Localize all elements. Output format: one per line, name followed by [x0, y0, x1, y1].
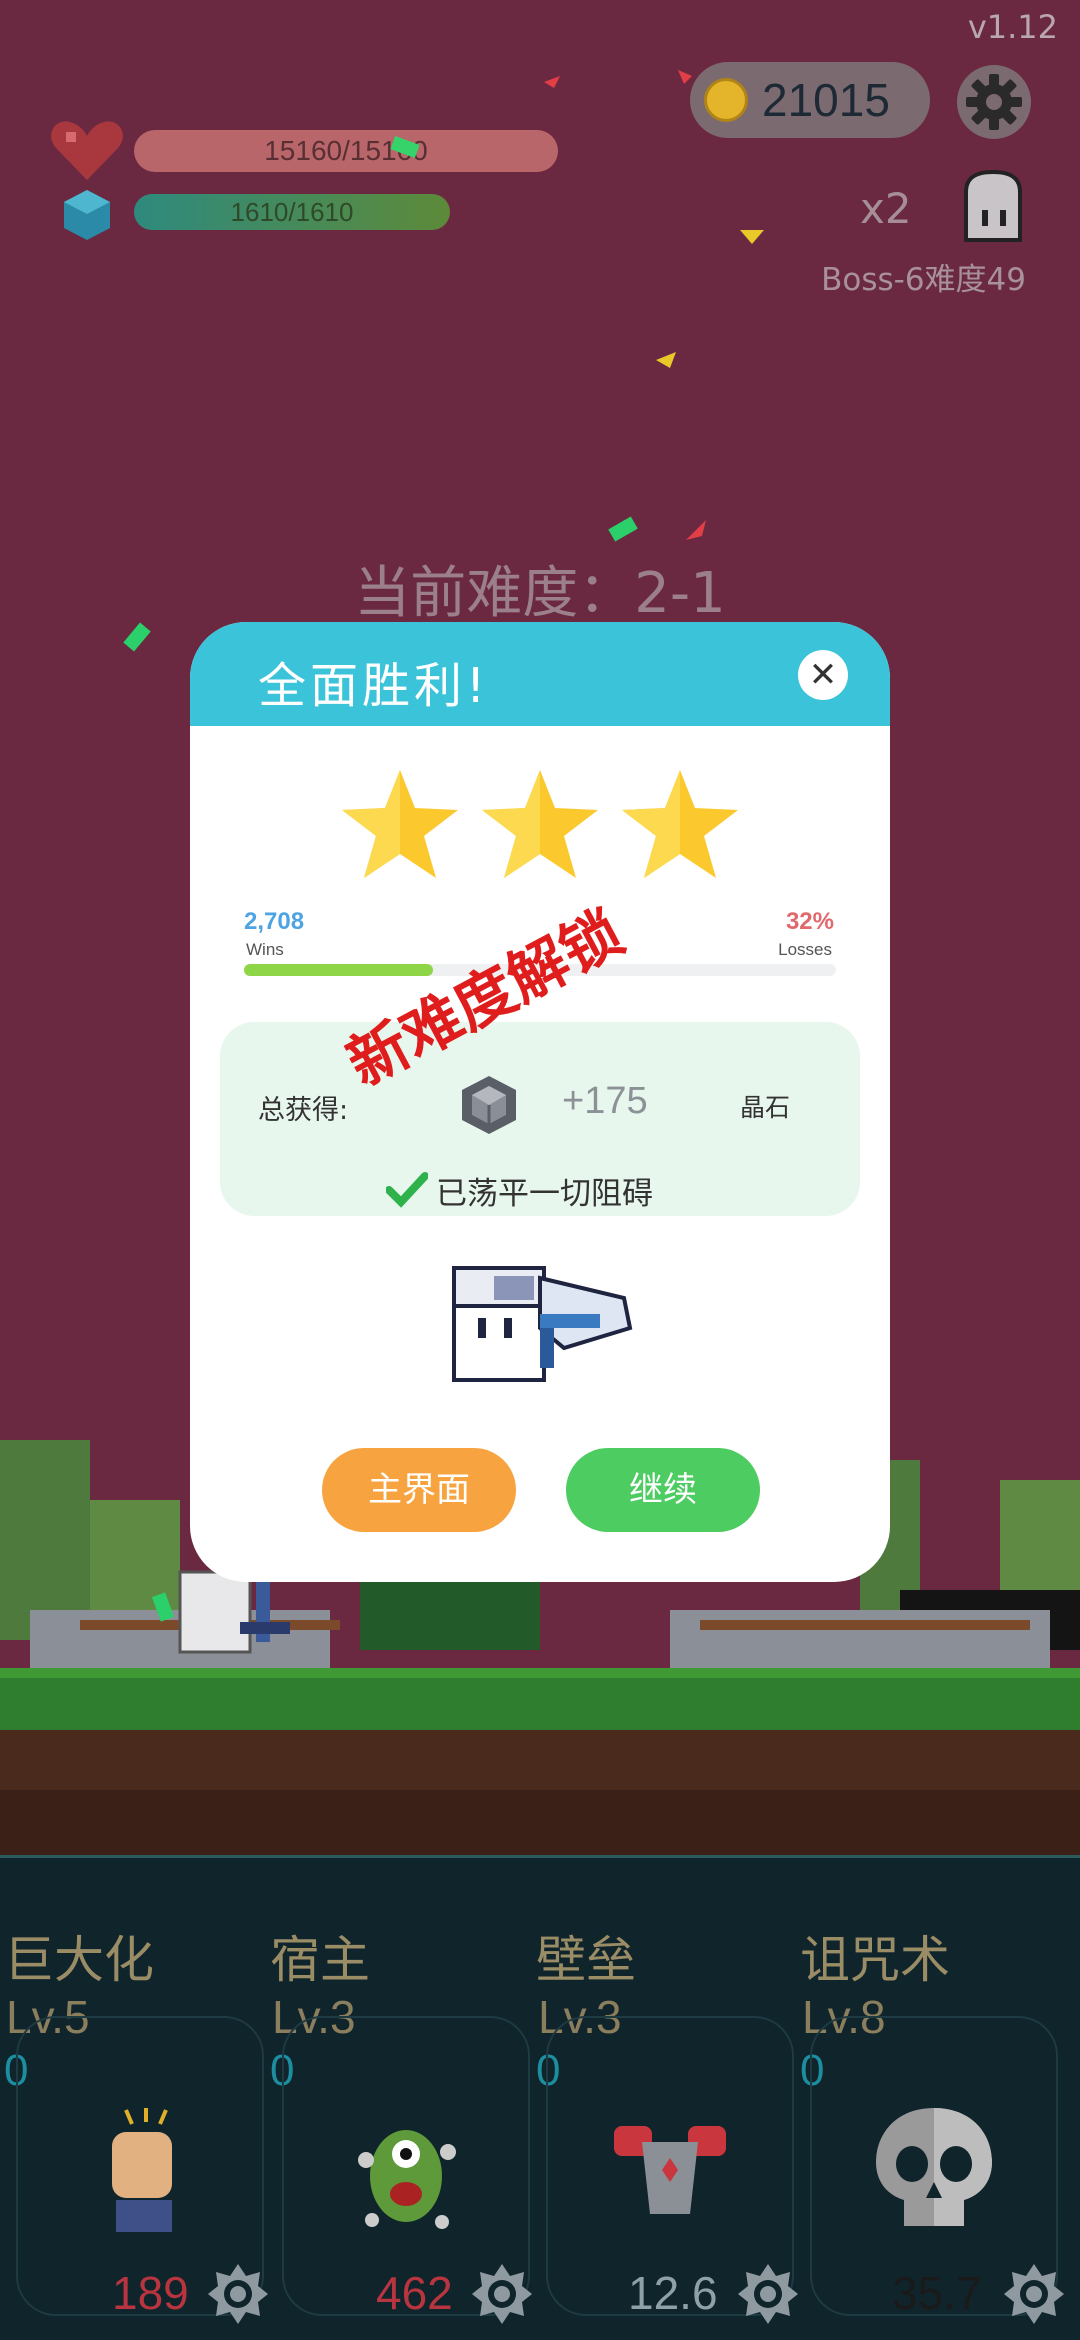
skill-name: 壁垒 — [536, 1931, 636, 1989]
skull-icon — [876, 2108, 992, 2226]
close-icon: ✕ — [808, 655, 838, 695]
boss-difficulty-label: Boss-6难度49 — [821, 262, 1026, 298]
ground-dirt-dark — [0, 1790, 1080, 1860]
win-progress-fill — [244, 964, 434, 976]
dialog-title: 全面胜利! — [258, 658, 490, 714]
skill-value: 35.7 — [892, 2267, 982, 2319]
skill-value: 462 — [376, 2267, 453, 2319]
skill-name: 宿主 — [270, 1931, 370, 1989]
star-icon — [482, 770, 598, 878]
confetti-piece — [678, 70, 692, 84]
close-button[interactable]: ✕ — [798, 650, 848, 700]
crystal-icon — [462, 1076, 516, 1134]
version-label: v1.12 — [967, 8, 1058, 46]
current-difficulty: 当前难度：2-1 — [354, 561, 726, 626]
wins-value: 2,708 — [244, 908, 305, 935]
star-icon — [622, 770, 738, 878]
confetti-piece — [544, 76, 560, 88]
skill-name: 诅咒术 — [800, 1931, 950, 1989]
reward-value: +175 — [562, 1080, 648, 1122]
reward-label: 总获得: — [258, 1095, 349, 1126]
saw-blade-icon[interactable] — [736, 2262, 800, 2326]
reward-unit: 晶石 — [740, 1093, 791, 1122]
green-monster-icon — [358, 2130, 456, 2229]
confetti-piece — [686, 520, 706, 540]
checkmark-icon — [386, 1172, 428, 1208]
ghost-icon[interactable] — [958, 170, 1028, 242]
mana-text: 1610/1610 — [230, 197, 354, 227]
mana-gem-icon — [64, 190, 110, 240]
speed-multiplier[interactable]: x2 — [860, 184, 912, 233]
saw-blade-icon[interactable] — [470, 2262, 534, 2326]
gear-icon[interactable] — [956, 64, 1032, 140]
skill-value: 12.6 — [628, 2267, 718, 2319]
coin-value: 21015 — [762, 74, 890, 126]
saw-blade-icon[interactable] — [206, 2262, 270, 2326]
losses-label: Losses — [778, 940, 832, 959]
continue-button[interactable]: 继续 — [566, 1448, 760, 1532]
cleared-message: 已荡平一切阻碍 — [436, 1176, 653, 1212]
winged-hero-icon — [452, 1266, 633, 1382]
confetti-piece — [740, 230, 764, 244]
losses-value: 32% — [785, 908, 834, 935]
star-icon — [342, 770, 458, 878]
fist-icon — [112, 2108, 172, 2232]
saw-blade-icon[interactable] — [1002, 2262, 1066, 2326]
armor-icon — [614, 2126, 726, 2214]
confetti-piece — [656, 352, 676, 368]
victory-dialog: 全面胜利! ✕ 2,708 Wins 32% Losses 总获得: +175 … — [190, 622, 890, 1582]
coin-counter: 21015 — [690, 62, 930, 138]
heart-icon — [51, 121, 123, 180]
skill-value: 189 — [112, 2267, 189, 2319]
main-menu-button[interactable]: 主界面 — [322, 1448, 516, 1532]
coin-icon — [704, 78, 748, 122]
skill-name: 巨大化 — [4, 1931, 154, 1989]
hp-text: 15160/15160 — [264, 135, 428, 166]
wins-label: Wins — [246, 940, 284, 959]
